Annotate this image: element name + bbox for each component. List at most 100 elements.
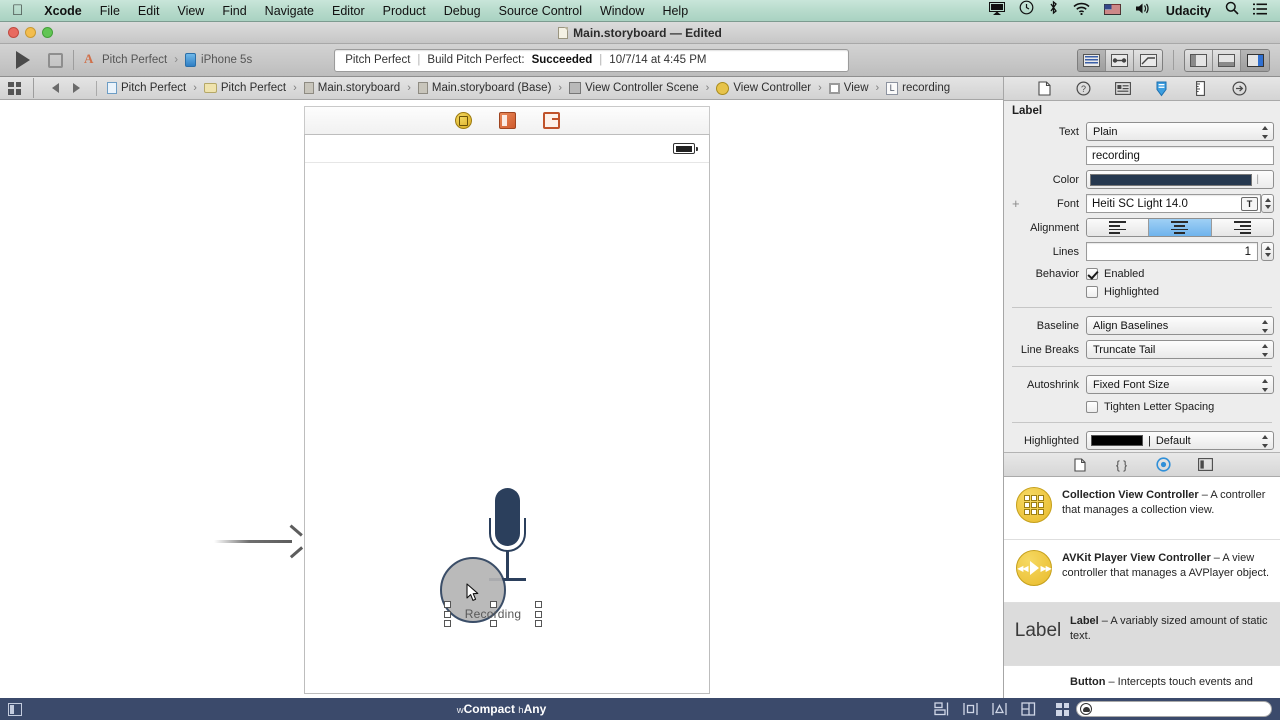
menu-item-navigate[interactable]: Navigate (256, 0, 323, 22)
scheme-selector[interactable]: Pitch Perfect › iPhone 5s (84, 51, 252, 67)
search-icon[interactable] (1218, 0, 1246, 22)
text-color-well[interactable]: | (1086, 170, 1274, 189)
breadcrumb-storyboard-base[interactable]: Main.storyboard (Base) (416, 82, 554, 94)
selected-label-recording[interactable]: Recording (444, 601, 542, 627)
storyboard-canvas[interactable]: Recording (0, 100, 1003, 698)
exit-dock-icon[interactable] (542, 112, 560, 129)
size-inspector-icon[interactable] (1192, 81, 1209, 97)
label-text-input[interactable]: recording (1086, 146, 1274, 165)
enabled-checkbox[interactable] (1086, 268, 1098, 280)
attributes-inspector-icon[interactable] (1153, 81, 1170, 97)
align-center-button[interactable] (1149, 219, 1212, 236)
breadcrumb-storyboard[interactable]: Main.storyboard (302, 82, 402, 94)
time-machine-icon[interactable] (1012, 0, 1041, 22)
align-right-button[interactable] (1211, 219, 1273, 236)
lines-input[interactable]: 1 (1086, 242, 1258, 261)
library-grid-icon[interactable] (1056, 702, 1069, 716)
breadcrumb-recording-label[interactable]: L recording (884, 81, 952, 95)
pin-icon[interactable] (963, 702, 978, 716)
resize-behavior-icon[interactable] (1021, 702, 1036, 716)
menu-item-help[interactable]: Help (653, 0, 697, 22)
text-type-popup[interactable]: Plain (1086, 122, 1274, 141)
breadcrumb-view-controller[interactable]: View Controller (714, 81, 813, 95)
resize-handle[interactable] (535, 620, 542, 627)
version-editor-button[interactable] (1134, 50, 1162, 71)
menu-item-source-control[interactable]: Source Control (490, 0, 591, 22)
align-left-button[interactable] (1087, 219, 1150, 236)
font-stepper[interactable] (1261, 194, 1274, 213)
standard-editor-button[interactable] (1078, 49, 1106, 71)
library-filter-field[interactable] (1076, 701, 1272, 717)
notification-center-icon[interactable] (1246, 0, 1274, 22)
align-icon[interactable] (934, 702, 949, 716)
menu-item-product[interactable]: Product (374, 0, 435, 22)
library-item-collection-view-controller[interactable]: Collection View Controller – A controlle… (1004, 477, 1280, 540)
assistant-editor-button[interactable] (1106, 49, 1134, 71)
user-menu[interactable]: Udacity (1159, 0, 1218, 22)
editor-mode-segment[interactable] (1077, 48, 1163, 72)
toggle-navigator-button[interactable] (1185, 49, 1213, 71)
quick-help-inspector-icon[interactable]: ? (1075, 81, 1092, 97)
wifi-icon[interactable] (1066, 0, 1097, 22)
highlighted-color-popup[interactable]: | Default (1086, 431, 1274, 450)
breadcrumb-scene[interactable]: View Controller Scene (567, 82, 701, 94)
media-library-icon[interactable] (1198, 457, 1214, 472)
view-controller-dock-icon[interactable] (454, 112, 472, 129)
close-button[interactable] (8, 27, 19, 38)
resize-handle[interactable] (489, 601, 497, 608)
font-field[interactable]: Heiti SC Light 14.0 (1086, 194, 1261, 213)
identity-inspector-icon[interactable] (1114, 81, 1131, 97)
size-class-indicator[interactable]: wCompact hAny (0, 702, 1003, 716)
menu-item-find[interactable]: Find (213, 0, 255, 22)
menu-item-debug[interactable]: Debug (435, 0, 490, 22)
object-library-list[interactable]: Collection View Controller – A controlle… (1004, 477, 1280, 698)
line-breaks-popup[interactable]: Truncate Tail (1086, 340, 1274, 359)
menu-item-view[interactable]: View (168, 0, 213, 22)
related-items-icon[interactable] (8, 81, 21, 95)
zoom-button[interactable] (42, 27, 53, 38)
panel-toggle-segment[interactable] (1184, 48, 1270, 72)
toggle-utilities-button[interactable] (1241, 49, 1269, 71)
breadcrumb-folder[interactable]: Pitch Perfect (202, 82, 288, 94)
lines-stepper[interactable] (1261, 242, 1274, 261)
bluetooth-icon[interactable] (1041, 0, 1066, 22)
library-item-label[interactable]: Label Label – A variably sized amount of… (1004, 603, 1280, 666)
file-inspector-icon[interactable] (1036, 81, 1053, 97)
resize-handle[interactable] (444, 601, 451, 608)
stop-button[interactable] (48, 52, 63, 68)
baseline-popup[interactable]: Align Baselines (1086, 316, 1274, 335)
file-template-library-icon[interactable] (1072, 457, 1088, 472)
connections-inspector-icon[interactable] (1231, 81, 1248, 97)
add-variation-button[interactable]: + (1012, 197, 1020, 210)
minimize-button[interactable] (25, 27, 36, 38)
font-picker-icon[interactable]: T (1241, 196, 1258, 211)
alignment-segment[interactable] (1086, 218, 1274, 237)
autoshrink-popup[interactable]: Fixed Font Size (1086, 375, 1274, 394)
menu-item-editor[interactable]: Editor (323, 0, 374, 22)
code-snippet-library-icon[interactable]: { } (1114, 457, 1130, 472)
flag-icon[interactable] (1097, 0, 1128, 22)
toggle-debug-area-button[interactable] (1213, 49, 1241, 71)
highlighted-checkbox[interactable] (1086, 286, 1098, 298)
object-library-icon[interactable] (1156, 457, 1172, 472)
library-item-button[interactable]: Button – Intercepts touch events and (1004, 666, 1280, 698)
menu-item-edit[interactable]: Edit (129, 0, 169, 22)
breadcrumb-project[interactable]: Pitch Perfect (105, 82, 188, 94)
resolve-issues-icon[interactable] (992, 702, 1007, 716)
volume-icon[interactable] (1128, 0, 1159, 22)
airplay-icon[interactable] (982, 0, 1012, 22)
breadcrumb-view[interactable]: View (827, 82, 871, 94)
resize-handle[interactable] (444, 620, 451, 627)
first-responder-dock-icon[interactable] (498, 112, 516, 129)
back-arrow-icon[interactable] (52, 83, 59, 93)
apple-menu-icon[interactable]:  (12, 3, 23, 18)
menu-item-file[interactable]: File (91, 0, 129, 22)
resize-handle[interactable] (444, 610, 451, 618)
run-button[interactable] (16, 51, 30, 69)
resize-handle[interactable] (535, 601, 542, 608)
library-item-avkit-player-view-controller[interactable]: ◀◀ ▶▶ AVKit Player View Controller – A v… (1004, 540, 1280, 603)
resize-handle[interactable] (489, 620, 497, 627)
resize-handle[interactable] (535, 610, 542, 618)
menu-item-window[interactable]: Window (591, 0, 653, 22)
tighten-letter-spacing-checkbox[interactable] (1086, 401, 1098, 413)
